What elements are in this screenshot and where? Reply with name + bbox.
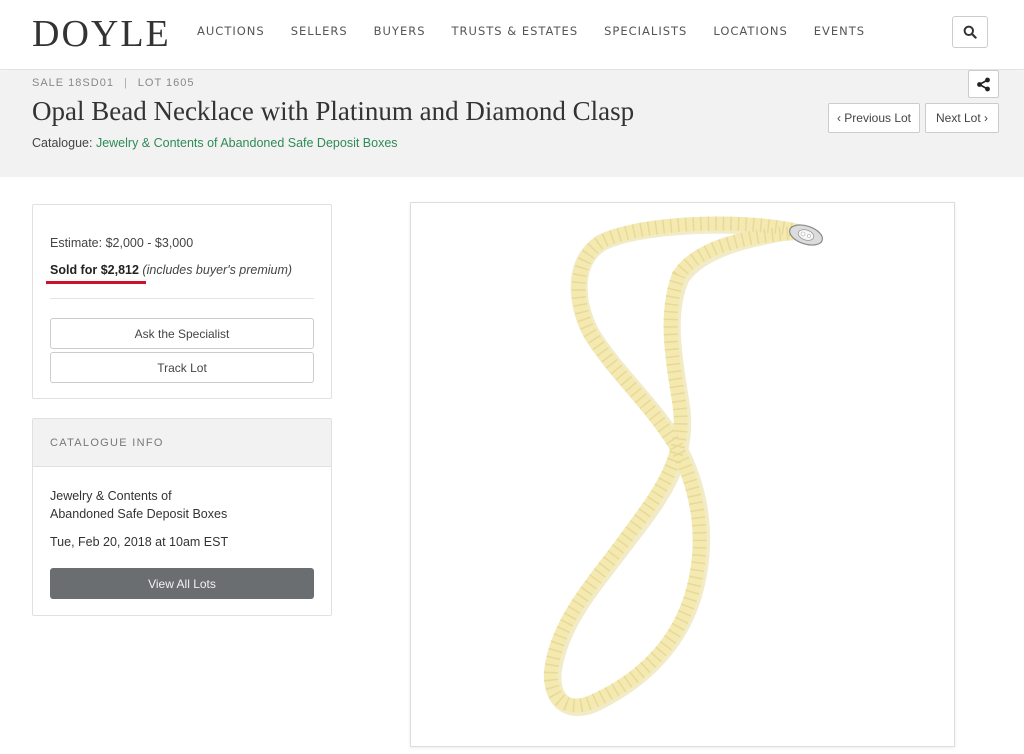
lot-title: Opal Bead Necklace with Platinum and Dia… xyxy=(32,96,635,126)
catalogue-label: Catalogue: xyxy=(32,136,93,150)
nav-locations[interactable]: LOCATIONS xyxy=(713,24,787,38)
view-all-lots-button[interactable]: View All Lots xyxy=(50,568,314,599)
next-lot-button[interactable]: Next Lot › xyxy=(925,103,999,133)
doyle-logo[interactable]: DOYLE xyxy=(32,12,171,56)
previous-lot-button[interactable]: ‹ Previous Lot xyxy=(828,103,920,133)
catalogue-info-panel: CATALOGUE INFO Jewelry & Contents of Aba… xyxy=(32,418,332,616)
search-icon xyxy=(963,25,977,39)
share-icon xyxy=(977,77,990,91)
share-button[interactable] xyxy=(968,70,999,98)
sold-price-underline xyxy=(46,281,146,284)
top-navigation-bar: DOYLE AUCTIONS SELLERS BUYERS TRUSTS & E… xyxy=(0,0,1024,70)
sale-lot-separator: | xyxy=(123,77,128,89)
ask-specialist-button[interactable]: Ask the Specialist xyxy=(50,318,314,349)
main-nav: AUCTIONS SELLERS BUYERS TRUSTS & ESTATES… xyxy=(197,24,891,38)
sold-note: (includes buyer's premium) xyxy=(142,263,293,277)
estimate-text: Estimate: $2,000 - $3,000 xyxy=(50,236,194,250)
catalogue-date: Tue, Feb 20, 2018 at 10am EST xyxy=(50,535,229,549)
nav-trusts-estates[interactable]: TRUSTS & ESTATES xyxy=(452,24,579,38)
catalogue-line: Catalogue: Jewelry & Contents of Abandon… xyxy=(32,136,398,150)
pricing-divider xyxy=(50,298,314,299)
catalogue-name: Jewelry & Contents of Abandoned Safe Dep… xyxy=(50,487,310,523)
sale-number: SALE 18SD01 xyxy=(32,77,114,89)
track-lot-button[interactable]: Track Lot xyxy=(50,352,314,383)
lot-image[interactable] xyxy=(410,202,955,747)
lot-number: LOT 1605 xyxy=(137,77,195,89)
pricing-panel: Estimate: $2,000 - $3,000 Sold for $2,81… xyxy=(32,204,332,399)
sale-lot-line: SALE 18SD01 | LOT 1605 xyxy=(32,77,195,89)
catalogue-info-header: CATALOGUE INFO xyxy=(33,419,331,467)
nav-buyers[interactable]: BUYERS xyxy=(374,24,426,38)
catalogue-name-line-1: Jewelry & Contents of xyxy=(50,489,172,503)
opal-necklace-image xyxy=(543,216,824,716)
catalogue-name-line-2: Abandoned Safe Deposit Boxes xyxy=(50,507,228,521)
nav-specialists[interactable]: SPECIALISTS xyxy=(604,24,687,38)
nav-sellers[interactable]: SELLERS xyxy=(291,24,348,38)
catalogue-link[interactable]: Jewelry & Contents of Abandoned Safe Dep… xyxy=(96,136,398,150)
catalogue-info-heading: CATALOGUE INFO xyxy=(50,437,164,449)
nav-auctions[interactable]: AUCTIONS xyxy=(197,24,265,38)
sold-price: Sold for $2,812 xyxy=(50,263,139,277)
sold-line: Sold for $2,812 (includes buyer's premiu… xyxy=(50,263,292,277)
nav-events[interactable]: EVENTS xyxy=(814,24,865,38)
search-button[interactable] xyxy=(952,16,988,48)
